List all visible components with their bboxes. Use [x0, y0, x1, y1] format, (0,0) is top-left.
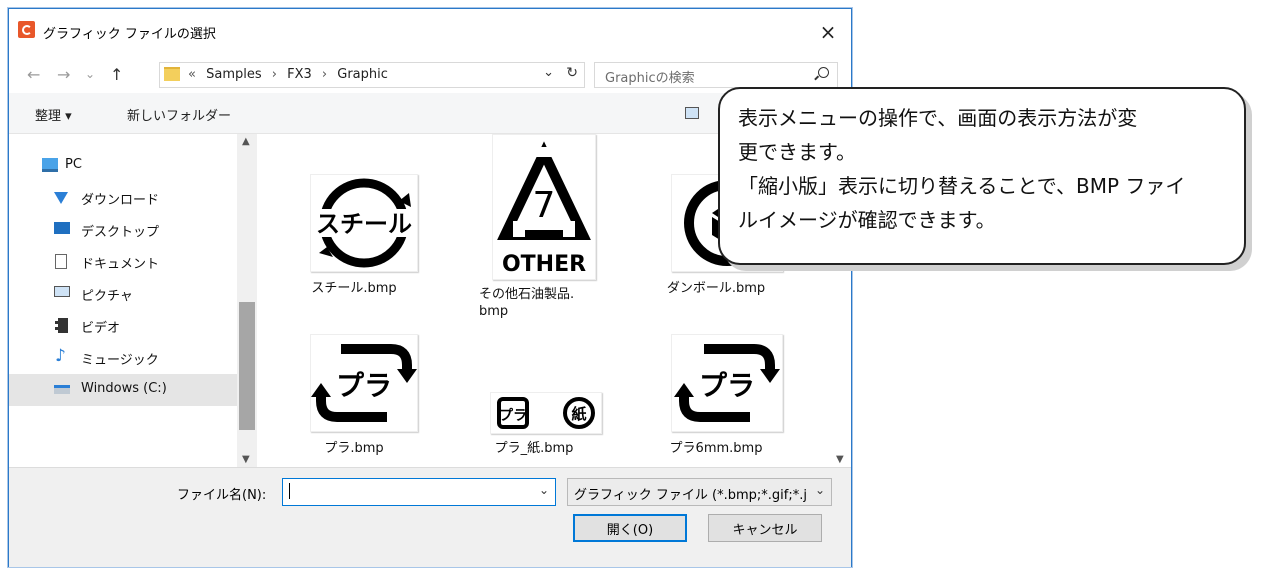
back-arrow-icon[interactable]: ←: [27, 65, 40, 84]
file-symbol: プラ: [499, 408, 527, 424]
close-button[interactable]: ×: [805, 9, 851, 55]
file-name: プラ_紙.bmp: [494, 441, 574, 456]
window-title: グラフィック ファイルの選択: [43, 27, 216, 42]
filename-label: ファイル名(N):: [177, 488, 267, 503]
up-arrow-icon[interactable]: ↑: [110, 65, 123, 84]
sidebar-item-desktop[interactable]: デスクトップ: [9, 214, 237, 246]
search-box[interactable]: Graphicの検索: [594, 62, 838, 88]
file-symbol: 7: [533, 185, 556, 226]
view-menu-icon[interactable]: [685, 107, 699, 119]
file-type-dropdown-icon[interactable]: ⌄: [815, 483, 825, 497]
breadcrumb-samples[interactable]: Samples: [206, 67, 262, 82]
scrollbar-thumb[interactable]: [239, 302, 255, 430]
callout-line: 更できます。: [738, 140, 856, 164]
file-name: スチール.bmp: [311, 281, 397, 296]
sidebar-item-label: Windows (C:): [81, 381, 167, 396]
navigation-scrollbar[interactable]: ▲ ▼: [237, 134, 257, 467]
sidebar-item-label: PC: [65, 157, 82, 172]
breadcrumb-fx3[interactable]: FX3: [287, 67, 312, 82]
file-thumbnail: プラ 紙: [490, 392, 602, 434]
other-recycle-icon: 7 OTHER: [497, 141, 591, 277]
video-icon: [55, 318, 68, 333]
new-folder-button[interactable]: 新しいフォルダー: [127, 105, 231, 124]
download-icon: [54, 192, 68, 204]
cancel-button[interactable]: キャンセル: [708, 514, 822, 542]
drive-icon: [54, 385, 70, 394]
file-thumbnail: プラ: [671, 334, 783, 432]
sidebar-item-pictures[interactable]: ピクチャ: [9, 278, 237, 310]
desktop-icon: [54, 222, 70, 234]
file-symbol-2: 紙: [571, 405, 586, 423]
address-bar[interactable]: « Samples › FX3 › Graphic ⌄ ↻: [159, 62, 585, 88]
scroll-up-icon[interactable]: ▲: [242, 136, 250, 147]
breadcrumb-overflow[interactable]: «: [188, 67, 196, 82]
breadcrumb-separator[interactable]: ›: [272, 67, 277, 82]
sidebar-item-music[interactable]: ♪ ミュージック: [9, 342, 237, 374]
open-button[interactable]: 開く(O): [573, 514, 687, 542]
navigation-pane: PC ダウンロード デスクトップ ドキュメント ピクチャ ビデオ ♪ ミュージッ…: [9, 134, 237, 467]
callout-line: 表示メニューの操作で、画面の表示方法が変: [738, 106, 1138, 130]
annotation-callout: 表示メニューの操作で、画面の表示方法が変 更できます。 「縮小版」表示に切り替え…: [718, 87, 1246, 265]
plastic-recycle-icon: プラ: [674, 344, 780, 422]
address-dropdown-icon[interactable]: ⌄: [543, 65, 554, 80]
file-symbol-sub: OTHER: [502, 252, 586, 277]
file-type-select[interactable]: グラフィック ファイル (*.bmp;*.gif;*.j ⌄: [567, 478, 832, 506]
search-placeholder: Graphicの検索: [605, 71, 695, 86]
plastic-recycle-icon: プラ: [311, 344, 417, 422]
sidebar-item-label: デスクトップ: [81, 225, 160, 240]
organize-button[interactable]: 整理 ▾: [35, 105, 72, 124]
file-name: ダンボール.bmp: [666, 281, 766, 296]
text-caret: [289, 483, 290, 499]
scroll-down-icon[interactable]: ▼: [836, 454, 844, 465]
steel-recycle-icon: スチール: [316, 178, 412, 268]
callout-text: 表示メニューの操作で、画面の表示方法が変 更できます。 「縮小版」表示に切り替え…: [738, 101, 1238, 237]
breadcrumb-graphic[interactable]: Graphic: [337, 67, 388, 82]
sidebar-item-label: ドキュメント: [81, 257, 160, 272]
dialog-footer: ファイル名(N): ⌄ グラフィック ファイル (*.bmp;*.gif;*.j…: [9, 467, 851, 567]
plastic-paper-icon: プラ 紙: [497, 397, 595, 429]
file-name: プラ6mm.bmp: [669, 441, 763, 456]
sidebar-item-downloads[interactable]: ダウンロード: [9, 182, 237, 214]
callout-line: 「縮小版」表示に切り替えることで、BMP ファイ: [738, 174, 1186, 198]
search-icon: [818, 67, 829, 78]
callout-line: ルイメージが確認できます。: [738, 208, 996, 232]
file-symbol: プラ: [336, 369, 392, 402]
file-name: プラ.bmp: [324, 441, 384, 456]
sidebar-item-label: ミュージック: [81, 353, 159, 368]
file-thumbnail: プラ: [310, 334, 418, 432]
recent-locations-icon[interactable]: ⌄: [85, 67, 95, 81]
file-name: その他石油製品. bmp: [479, 287, 575, 319]
filename-input[interactable]: ⌄: [282, 478, 556, 506]
pc-icon: [42, 158, 58, 172]
file-thumbnail: スチール: [310, 174, 418, 272]
title-bar: グラフィック ファイルの選択 ×: [9, 9, 851, 55]
scroll-down-icon[interactable]: ▼: [242, 454, 250, 465]
file-symbol: スチール: [316, 210, 412, 238]
navigation-bar: ← → ⌄ ↑ « Samples › FX3 › Graphic ⌄ ↻ Gr…: [9, 55, 851, 93]
folder-icon: [164, 67, 180, 81]
sidebar-item-label: ビデオ: [81, 321, 121, 336]
file-type-value: グラフィック ファイル (*.bmp;*.gif;*.j: [574, 488, 807, 503]
sidebar-item-pc[interactable]: PC: [9, 150, 237, 182]
document-icon: [55, 254, 67, 269]
refresh-icon[interactable]: ↻: [566, 65, 578, 81]
filename-dropdown-icon[interactable]: ⌄: [539, 483, 549, 497]
file-symbol: プラ: [699, 369, 755, 402]
picture-icon: [54, 286, 70, 297]
breadcrumb-separator[interactable]: ›: [322, 67, 327, 82]
sidebar-item-videos[interactable]: ビデオ: [9, 310, 237, 342]
sidebar-item-label: ピクチャ: [81, 289, 133, 304]
breadcrumb: « Samples › FX3 › Graphic: [188, 67, 394, 82]
sidebar-item-windows-c[interactable]: Windows (C:): [9, 374, 237, 406]
forward-arrow-icon[interactable]: →: [57, 65, 70, 84]
sidebar-item-label: ダウンロード: [81, 193, 160, 208]
music-icon: ♪: [55, 346, 66, 366]
file-thumbnail: 7 OTHER: [492, 134, 596, 280]
sidebar-item-documents[interactable]: ドキュメント: [9, 246, 237, 278]
app-icon: [18, 21, 35, 38]
